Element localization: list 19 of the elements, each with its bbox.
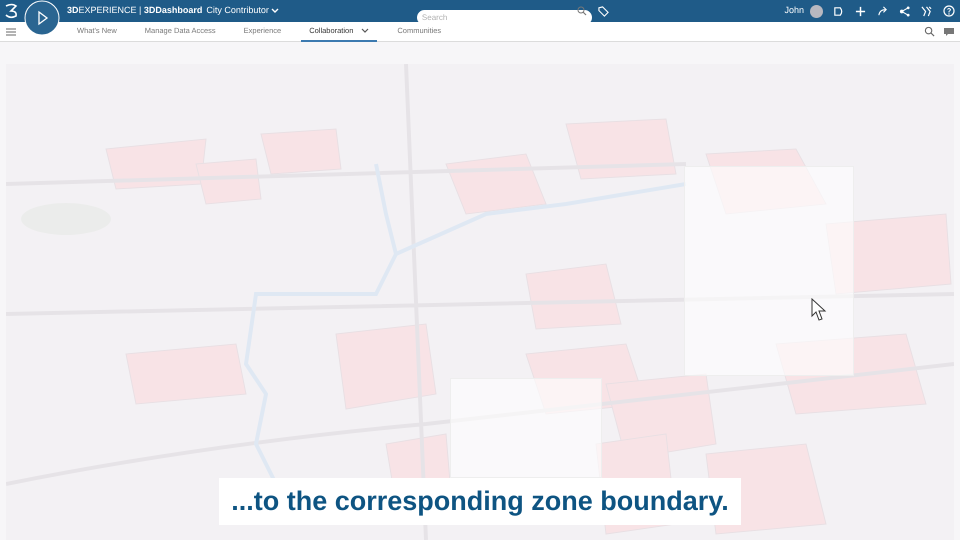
cursor-icon	[811, 298, 827, 322]
network-icon[interactable]	[899, 6, 910, 16]
caption: ...to the corresponding zone boundary.	[219, 478, 741, 524]
tag-icon[interactable]	[598, 6, 609, 16]
plus-icon[interactable]	[855, 6, 866, 16]
avatar[interactable]	[810, 4, 823, 18]
user-name[interactable]: John	[784, 4, 804, 18]
search-icon[interactable]	[924, 26, 935, 37]
chat-icon[interactable]	[944, 26, 954, 36]
share-arrow-icon[interactable]	[877, 6, 888, 16]
app-title: 3DEXPERIENCE | 3DDashboard	[67, 4, 202, 18]
search-field[interactable]: Search	[416, 10, 592, 24]
chevron-icon	[361, 28, 370, 34]
help-icon[interactable]	[943, 5, 955, 17]
menu-icon[interactable]	[6, 26, 16, 36]
chevron-icon	[270, 8, 279, 14]
role-dropdown[interactable]: City Contributor	[206, 4, 279, 18]
brand-logo-icon	[4, 3, 20, 19]
search-icon[interactable]	[576, 6, 587, 16]
